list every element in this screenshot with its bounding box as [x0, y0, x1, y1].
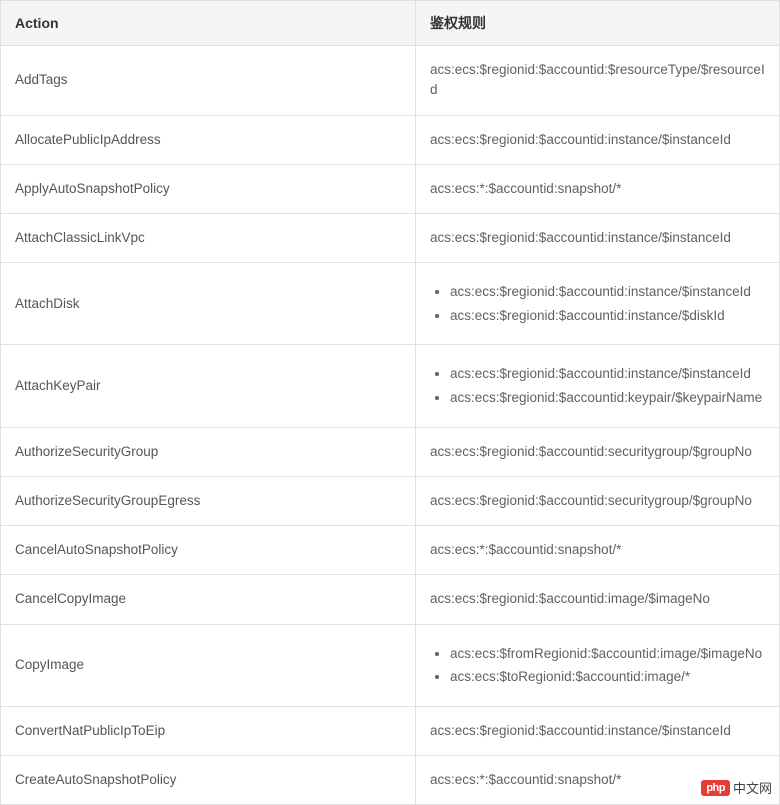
rule-cell: acs:ecs:$regionid:$accountid:instance/$i… — [416, 345, 780, 427]
rule-list: acs:ecs:$regionid:$accountid:instance/$i… — [430, 363, 765, 408]
table-row: AuthorizeSecurityGroupacs:ecs:$regionid:… — [1, 427, 780, 476]
action-cell: AttachKeyPair — [1, 345, 416, 427]
rule-cell: acs:ecs:$regionid:$accountid:instance/$i… — [416, 263, 780, 345]
action-cell: AttachClassicLinkVpc — [1, 214, 416, 263]
table-row: AllocatePublicIpAddressacs:ecs:$regionid… — [1, 115, 780, 164]
action-cell: ConvertNatPublicIpToEip — [1, 706, 416, 755]
action-cell: AllocatePublicIpAddress — [1, 115, 416, 164]
rule-cell: acs:ecs:$fromRegionid:$accountid:image/$… — [416, 624, 780, 706]
action-cell: CopyImage — [1, 624, 416, 706]
header-rule: 鉴权规则 — [416, 1, 780, 46]
rule-cell: acs:ecs:*:$accountid:snapshot/* — [416, 526, 780, 575]
rule-list: acs:ecs:$regionid:$accountid:instance/$i… — [430, 281, 765, 326]
rule-cell: acs:ecs:$regionid:$accountid:instance/$i… — [416, 115, 780, 164]
rule-item: acs:ecs:$toRegionid:$accountid:image/* — [450, 666, 765, 688]
table-row: AttachDisk acs:ecs:$regionid:$accountid:i… — [1, 263, 780, 345]
action-cell: ApplyAutoSnapshotPolicy — [1, 164, 416, 213]
rule-cell: acs:ecs:$regionid:$accountid:securitygro… — [416, 427, 780, 476]
rule-item: acs:ecs:$fromRegionid:$accountid:image/$… — [450, 643, 765, 665]
action-cell: AttachDisk — [1, 263, 416, 345]
table-row: AttachKeyPair acs:ecs:$regionid:$accounti… — [1, 345, 780, 427]
rule-cell: acs:ecs:*:$accountid:snapshot/* — [416, 164, 780, 213]
action-cell: CancelCopyImage — [1, 575, 416, 624]
table-row: CopyImage acs:ecs:$fromRegionid:$accounti… — [1, 624, 780, 706]
rule-cell: acs:ecs:$regionid:$accountid:securitygro… — [416, 476, 780, 525]
rule-cell: acs:ecs:$regionid:$accountid:image/$imag… — [416, 575, 780, 624]
action-cell: AuthorizeSecurityGroup — [1, 427, 416, 476]
table-header-row: Action 鉴权规则 — [1, 1, 780, 46]
rule-cell: acs:ecs:$regionid:$accountid:instance/$i… — [416, 214, 780, 263]
watermark-logo: php — [701, 780, 730, 796]
rule-cell: acs:ecs:$regionid:$accountid:$resourceTy… — [416, 46, 780, 116]
rule-item: acs:ecs:$regionid:$accountid:instance/$i… — [450, 363, 765, 385]
action-cell: AddTags — [1, 46, 416, 116]
table-row: CancelAutoSnapshotPolicyacs:ecs:*:$accou… — [1, 526, 780, 575]
rule-item: acs:ecs:$regionid:$accountid:instance/$d… — [450, 305, 765, 327]
auth-rules-table: Action 鉴权规则 AddTagsacs:ecs:$regionid:$ac… — [0, 0, 780, 805]
table-row: CreateAutoSnapshotPolicyacs:ecs:*:$accou… — [1, 756, 780, 805]
table-row: AddTagsacs:ecs:$regionid:$accountid:$res… — [1, 46, 780, 116]
watermark: php 中文网 — [701, 778, 772, 797]
table-row: AuthorizeSecurityGroupEgressacs:ecs:$reg… — [1, 476, 780, 525]
table-row: CancelCopyImageacs:ecs:$regionid:$accoun… — [1, 575, 780, 624]
action-cell: AuthorizeSecurityGroupEgress — [1, 476, 416, 525]
action-cell: CancelAutoSnapshotPolicy — [1, 526, 416, 575]
table-row: AttachClassicLinkVpcacs:ecs:$regionid:$a… — [1, 214, 780, 263]
rule-list: acs:ecs:$fromRegionid:$accountid:image/$… — [430, 643, 765, 688]
watermark-text: 中文网 — [733, 778, 772, 797]
rule-item: acs:ecs:$regionid:$accountid:keypair/$ke… — [450, 387, 765, 409]
rule-item: acs:ecs:$regionid:$accountid:instance/$i… — [450, 281, 765, 303]
rule-cell: acs:ecs:$regionid:$accountid:instance/$i… — [416, 706, 780, 755]
header-action: Action — [1, 1, 416, 46]
table-row: ApplyAutoSnapshotPolicyacs:ecs:*:$accoun… — [1, 164, 780, 213]
action-cell: CreateAutoSnapshotPolicy — [1, 756, 416, 805]
table-row: ConvertNatPublicIpToEipacs:ecs:$regionid… — [1, 706, 780, 755]
